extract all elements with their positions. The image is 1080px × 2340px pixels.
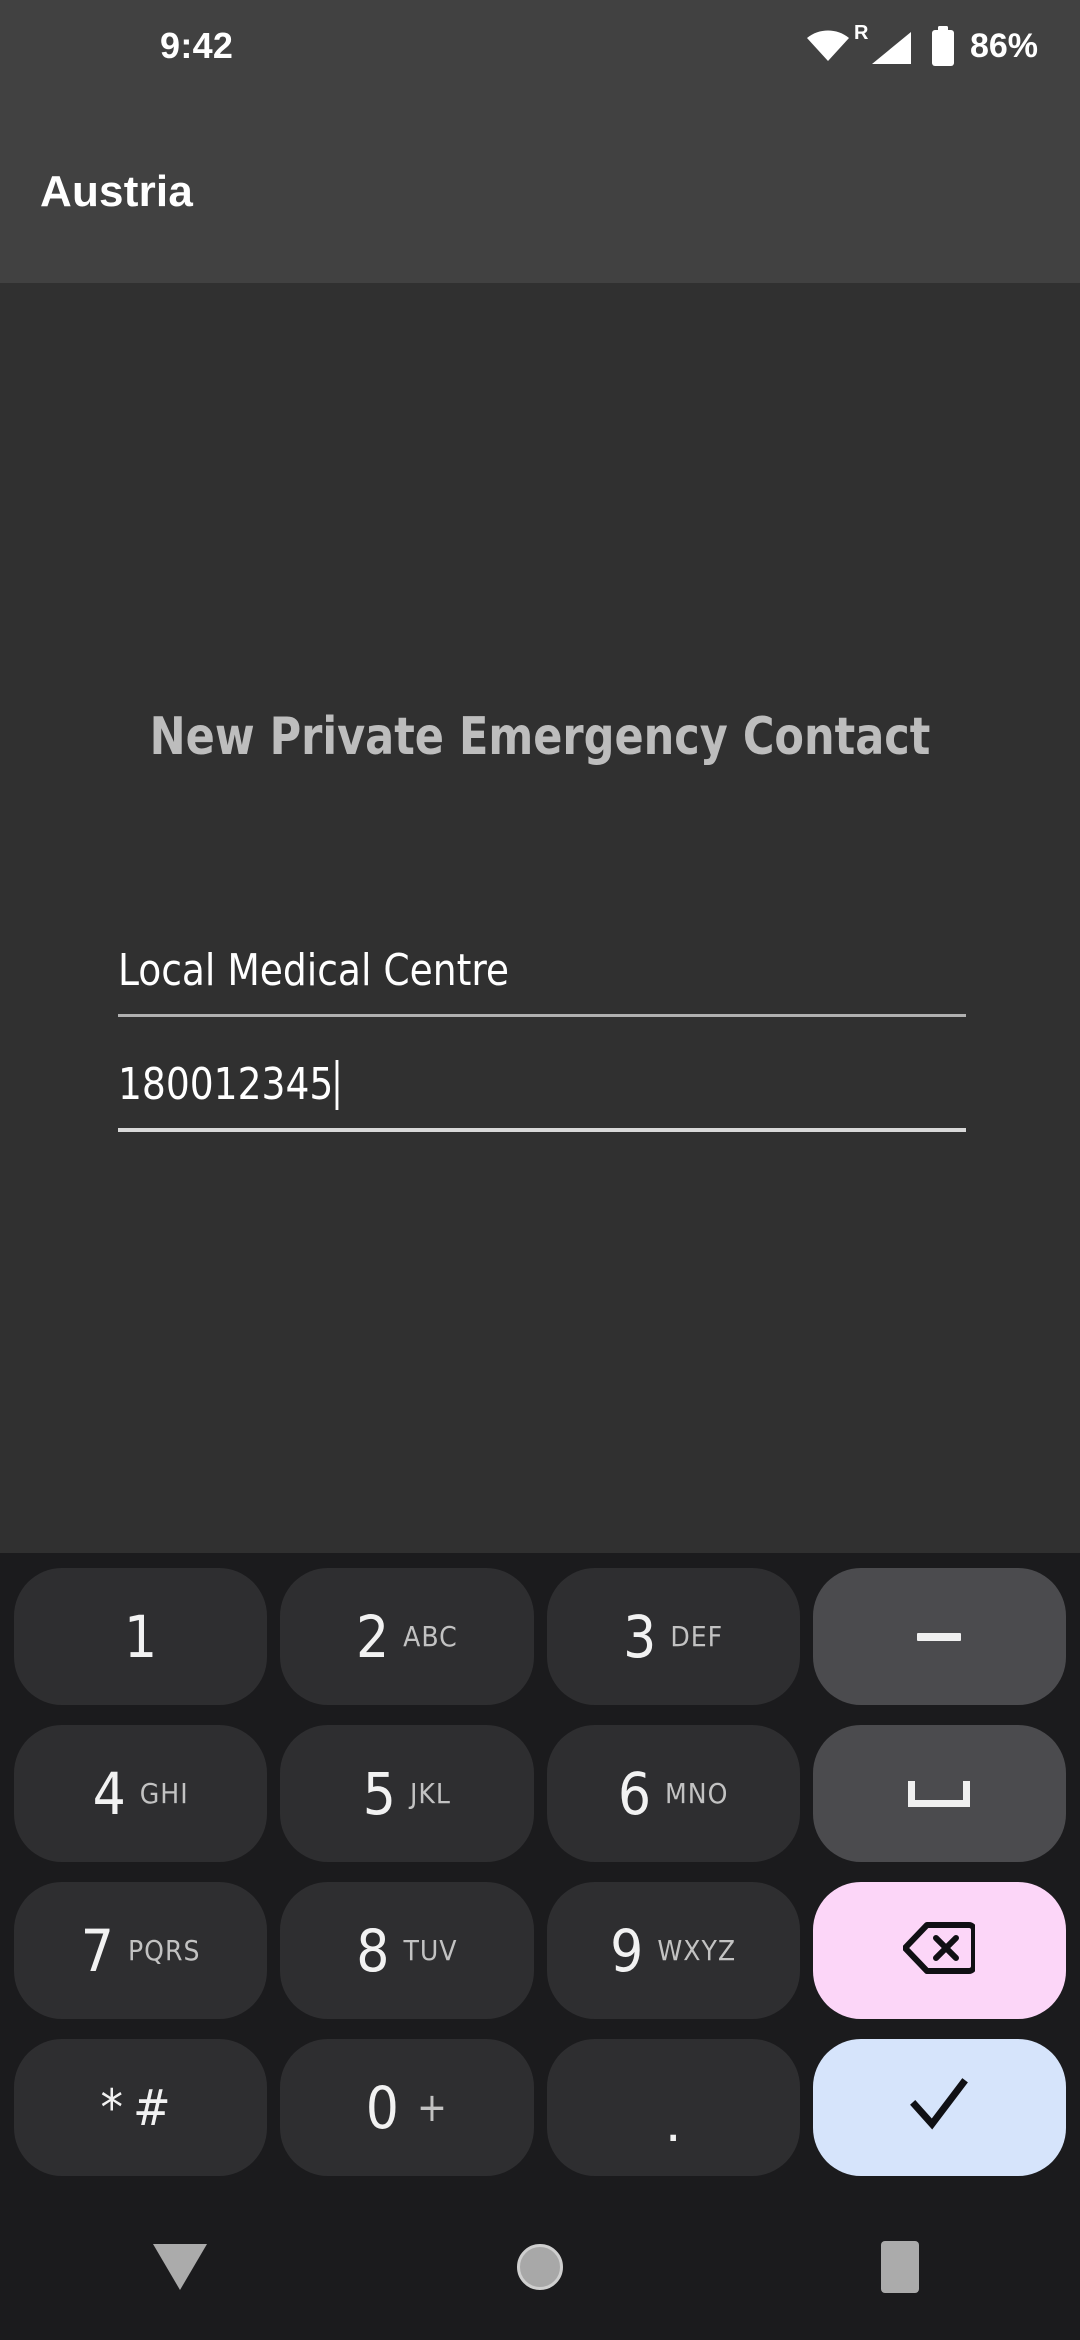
contact-name-field[interactable]: Local Medical Centre xyxy=(118,940,966,1017)
key-space[interactable] xyxy=(812,1725,1066,1862)
key-0[interactable]: 0 + xyxy=(280,2039,534,2176)
keyboard-row: 4 GHI 5 JKL 6 MNO xyxy=(14,1725,1066,1862)
checkmark-icon xyxy=(907,2077,971,2138)
home-button[interactable] xyxy=(450,2193,630,2340)
contact-phone-underline xyxy=(118,1128,966,1132)
roaming-label: R xyxy=(853,22,869,44)
wifi-icon xyxy=(806,30,850,62)
key-digit-label: 4 xyxy=(92,1759,126,1828)
key-6[interactable]: 6 MNO xyxy=(546,1725,800,1862)
key-symbol-label: *# xyxy=(100,2078,181,2137)
key-digit-label: 5 xyxy=(362,1759,396,1828)
keyboard-row: 7 PQRS 8 TUV 9 WXYZ xyxy=(14,1882,1066,2019)
key-letters-label: PQRS xyxy=(127,1933,201,1967)
keyboard-row: *# 0 +. xyxy=(14,2039,1066,2176)
key-2[interactable]: 2 ABC xyxy=(280,1568,534,1705)
dialog-title: New Private Emergency Contact xyxy=(149,707,931,767)
key-7[interactable]: 7 PQRS xyxy=(14,1882,268,2019)
key-letters-label: GHI xyxy=(139,1776,189,1810)
backspace-icon xyxy=(902,1920,978,1981)
dialog-content: New Private Emergency Contact Local Medi… xyxy=(0,283,1080,1701)
dash-icon xyxy=(917,1632,962,1641)
key-letters-label: JKL xyxy=(409,1776,451,1810)
key-8[interactable]: 8 TUV xyxy=(280,1882,534,2019)
key-3[interactable]: 3 DEF xyxy=(546,1568,800,1705)
key-star-hash[interactable]: *# xyxy=(14,2039,268,2176)
chevron-down-icon xyxy=(153,2243,207,2290)
key-digit-label: 6 xyxy=(617,1759,652,1828)
key-digit-label: 1 xyxy=(124,1602,158,1671)
key-backspace[interactable] xyxy=(812,1882,1066,2019)
app-bar: Austria xyxy=(0,102,1080,283)
text-caret xyxy=(335,1060,339,1110)
key-letters-label: + xyxy=(416,2084,449,2131)
roaming-signal-icon: R xyxy=(854,23,912,65)
contact-phone-field[interactable]: 180012345 xyxy=(118,1054,966,1132)
recents-button[interactable] xyxy=(810,2193,990,2340)
key-letters-label: DEF xyxy=(670,1619,724,1653)
contact-name-value: Local Medical Centre xyxy=(118,945,510,996)
battery-percent-label: 86% xyxy=(969,26,1038,65)
keyboard-row: 1 2 ABC 3 DEF xyxy=(14,1568,1066,1705)
key-dash[interactable] xyxy=(812,1568,1066,1705)
key-letters-label: MNO xyxy=(665,1776,729,1810)
app-bar-title: Austria xyxy=(40,167,193,216)
hide-keyboard-button[interactable] xyxy=(90,2193,270,2340)
key-letters-label: WXYZ xyxy=(657,1933,737,1967)
key-digit-label: 9 xyxy=(610,1916,644,1985)
key-digit-label: 7 xyxy=(80,1916,114,1985)
status-bar-clock: 9:42 xyxy=(160,25,234,66)
key-period[interactable]: . xyxy=(546,2039,800,2176)
key-1[interactable]: 1 xyxy=(14,1568,268,1705)
key-letters-label: TUV xyxy=(403,1933,458,1967)
status-bar: 9:42 R 86% xyxy=(0,0,1080,102)
circle-icon xyxy=(517,2243,563,2290)
key-4[interactable]: 4 GHI xyxy=(14,1725,268,1862)
contact-name-underline xyxy=(118,1014,966,1017)
battery-icon xyxy=(930,26,956,66)
contact-phone-value-wrap: 180012345 xyxy=(118,1054,924,1116)
key-9[interactable]: 9 WXYZ xyxy=(546,1882,800,2019)
key-period-label: . xyxy=(665,2088,682,2154)
key-digit-label: 8 xyxy=(356,1916,390,1985)
key-digit-label: 0 xyxy=(365,2073,399,2142)
key-letters-label: ABC xyxy=(403,1619,458,1653)
status-bar-icons: R 86% xyxy=(806,23,1038,66)
key-digit-label: 2 xyxy=(355,1602,390,1671)
navigation-bar xyxy=(0,2193,1080,2340)
contact-phone-value: 180012345 xyxy=(118,1059,334,1110)
square-icon xyxy=(881,2240,919,2293)
key-digit-label: 3 xyxy=(623,1602,657,1671)
key-enter[interactable] xyxy=(812,2039,1066,2176)
numeric-keyboard: 1 2 ABC 3 DEF 4 GHI 5 JKL 6 MNO 7 PQRS 8 TUV 9 WXYZ *# 0 +. xyxy=(0,1553,1080,2193)
space-icon xyxy=(908,1780,971,1807)
key-5[interactable]: 5 JKL xyxy=(280,1725,534,1862)
